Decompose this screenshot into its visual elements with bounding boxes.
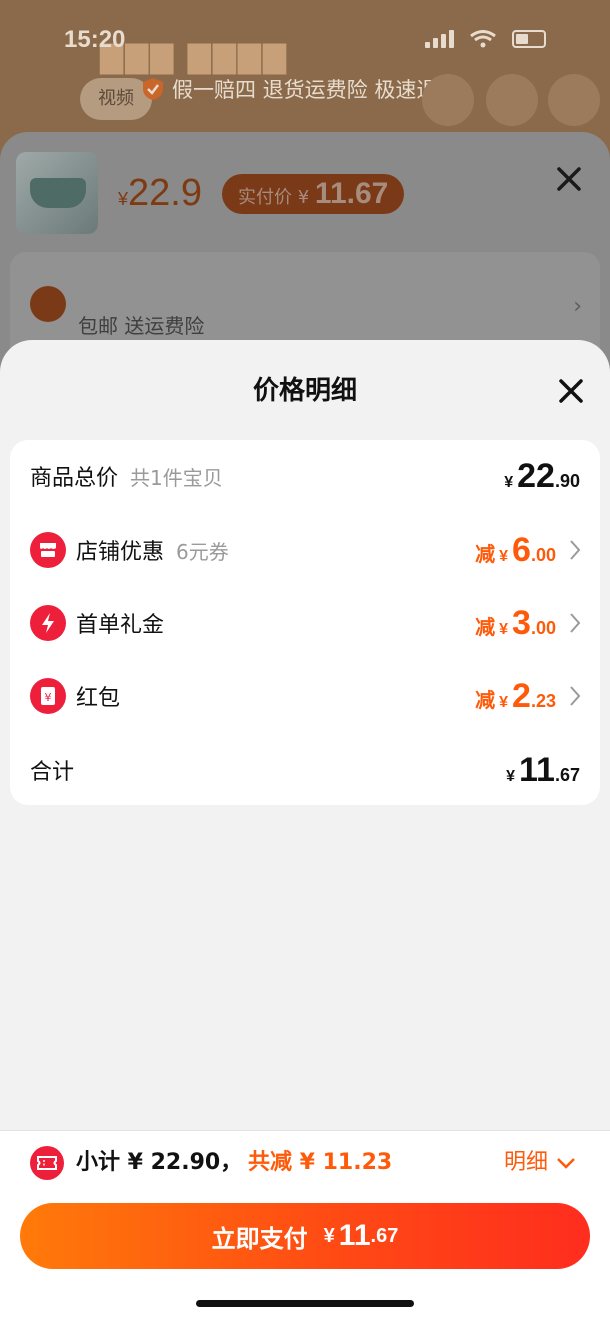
banner-graphic: ▇▇▇ ▇▇▇▇ <box>100 40 288 75</box>
row-store-discount[interactable]: 店铺优惠 6元券 减 ¥6.00 <box>10 520 600 580</box>
shipping-info: 包邮 送运费险 <box>78 314 205 338</box>
row-goods-total: 商品总价 共1件宝贝 ¥22.90 <box>10 446 600 506</box>
row-total: 合计 ¥11.67 <box>10 740 600 800</box>
status-time: 15:20 <box>64 26 126 53</box>
pay-label: 立即支付 <box>211 1224 308 1253</box>
product-image <box>30 178 86 208</box>
row-red-packet[interactable]: ¥ 红包 减 ¥2.23 <box>10 666 600 726</box>
location-icon <box>30 286 66 322</box>
row-sub: 6元券 <box>176 539 229 564</box>
bg-cart-icon <box>486 74 538 126</box>
bg-more-icon <box>548 74 600 126</box>
pay-amount-dec: .67 <box>370 1224 399 1247</box>
chevron-right-icon <box>570 613 581 633</box>
product-price: ¥22.9 <box>118 172 202 214</box>
pay-yen: ¥ <box>323 1224 335 1247</box>
guarantee-banner[interactable]: 假一赔四 退货运费险 极速退款 <box>142 74 458 104</box>
detail-label: 明细 <box>504 1150 549 1175</box>
svg-text:¥: ¥ <box>45 691 52 704</box>
row-label: 首单礼金 <box>76 613 165 638</box>
row-sub: 共1件宝贝 <box>130 465 223 490</box>
row-amount: 减 ¥6.00 <box>475 531 556 569</box>
lightning-icon <box>30 605 66 641</box>
store-coupon-icon <box>30 532 66 568</box>
row-amount: 减 ¥3.00 <box>475 604 556 642</box>
total-discount-text: 共减 ¥ 11.23 <box>248 1150 393 1175</box>
price-detail-card: 商品总价 共1件宝贝 ¥22.90 店铺优惠 6元券 减 ¥6.00 首单礼金 减… <box>10 440 600 805</box>
product-thumbnail[interactable] <box>16 152 98 234</box>
pay-price-badge: 实付价 ¥ 11.67 <box>222 174 405 214</box>
status-icons <box>425 30 546 48</box>
ticket-icon <box>30 1146 64 1180</box>
subtotal-text: 小计 ¥ 22.90， <box>76 1150 243 1175</box>
close-icon[interactable] <box>554 164 584 194</box>
row-label: 红包 <box>76 686 121 711</box>
bg-share-icon <box>422 74 474 126</box>
home-indicator <box>196 1300 414 1307</box>
red-packet-icon: ¥ <box>30 678 66 714</box>
row-label: 商品总价 <box>30 466 119 491</box>
row-amount: 减 ¥2.23 <box>475 677 556 715</box>
sheet-title: 价格明细 <box>252 376 357 406</box>
pay-amount-int: 11 <box>338 1219 371 1252</box>
signal-icon <box>425 30 454 48</box>
battery-icon <box>512 30 546 48</box>
chevron-right-icon: › <box>573 294 582 319</box>
pay-now-button[interactable]: 立即支付 ¥ 11 .67 <box>20 1203 590 1269</box>
guarantee-text: 假一赔四 退货运费险 极速退款 <box>172 78 459 102</box>
row-amount: ¥22.90 <box>504 457 580 495</box>
detail-toggle[interactable]: 明细 <box>504 1146 576 1180</box>
wifi-icon <box>470 30 496 48</box>
row-label: 合计 <box>30 760 75 785</box>
shield-icon <box>143 78 163 100</box>
chevron-down-icon <box>557 1158 575 1169</box>
close-icon[interactable] <box>556 376 586 406</box>
row-label: 店铺优惠 <box>76 540 165 565</box>
row-first-order-gift[interactable]: 首单礼金 减 ¥3.00 <box>10 593 600 653</box>
chevron-right-icon <box>570 540 581 560</box>
chevron-right-icon <box>570 686 581 706</box>
row-amount: ¥11.67 <box>506 751 580 789</box>
